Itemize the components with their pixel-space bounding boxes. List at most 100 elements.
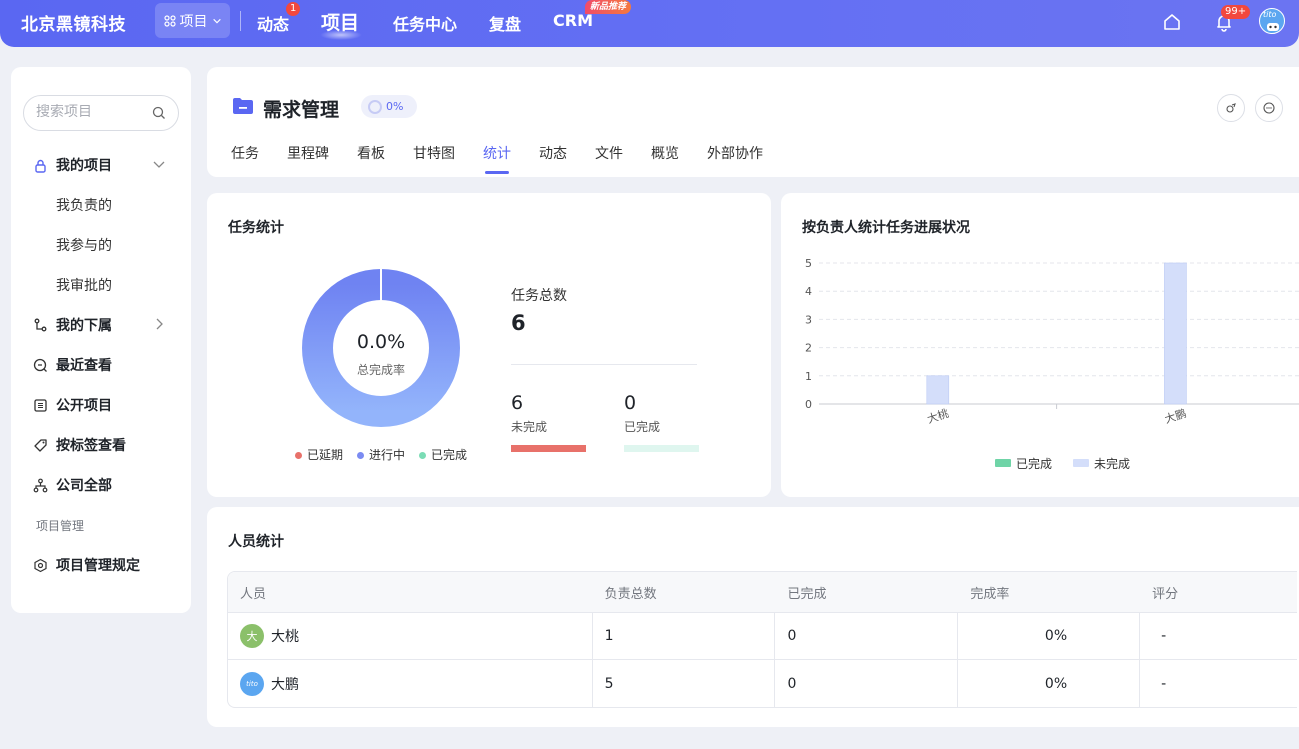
legend-swatch — [995, 459, 1011, 467]
done-cell: 0 — [775, 660, 959, 707]
nav-review[interactable]: 复盘 — [489, 11, 521, 35]
score-cell: - — [1161, 675, 1167, 692]
tab-files[interactable]: 文件 — [595, 143, 623, 163]
legend-swatch — [1073, 459, 1089, 467]
legend-in-progress: 进行中 — [357, 446, 405, 463]
chevron-right-icon[interactable] — [153, 318, 165, 330]
y-tick-label: 1 — [805, 370, 812, 383]
y-tick-label: 3 — [805, 313, 812, 326]
legend-label: 已完成 — [431, 448, 468, 462]
tab-statistics[interactable]: 统计 — [483, 143, 511, 174]
sidebar-item-label: 按标签查看 — [56, 438, 126, 454]
tag-icon — [34, 438, 47, 452]
sidebar-item-label: 最近查看 — [56, 358, 112, 374]
rate-cell: 0% — [958, 660, 1141, 707]
legend-label: 进行中 — [369, 448, 406, 462]
col-done: 已完成 — [787, 586, 827, 602]
notification-badge: 99+ — [1221, 5, 1251, 19]
sidebar-sub-responsible[interactable]: 我负责的 — [56, 195, 112, 215]
unfinished-bar — [511, 445, 586, 452]
tab-tasks[interactable]: 任务 — [231, 143, 259, 163]
lock-icon — [35, 159, 46, 173]
org-branch-icon — [34, 318, 47, 331]
nav-divider — [240, 11, 241, 31]
comment-button[interactable] — [1255, 94, 1283, 122]
home-icon[interactable] — [1162, 12, 1182, 32]
search-input[interactable] — [36, 104, 146, 120]
search-box[interactable] — [23, 95, 179, 131]
completion-rate: 0.0% — [356, 331, 406, 353]
finished-count: 0 — [624, 392, 637, 414]
task-stats-title: 任务统计 — [228, 220, 284, 236]
people-stats-card: 人员统计 人员 负责总数 已完成 完成率 评分 大 大桃 1 0 0% - ti… — [207, 507, 1299, 727]
brand-name: 北京黑镜科技 — [21, 15, 126, 35]
share-button[interactable] — [1217, 94, 1245, 122]
total-tasks-label: 任务总数 — [511, 288, 567, 304]
sidebar-sub-approving[interactable]: 我审批的 — [56, 275, 112, 295]
sidebar-item-company-all[interactable]: 公司全部 — [33, 475, 112, 495]
completion-rate-label: 总完成率 — [356, 363, 405, 377]
sidebar-item-public[interactable]: 公开项目 — [33, 395, 112, 415]
folder-icon — [233, 98, 253, 114]
avatar: tito — [240, 671, 264, 696]
person-name: 大桃 — [271, 629, 299, 645]
tab-milestones[interactable]: 里程碑 — [287, 143, 329, 163]
sidebar-item-recent[interactable]: 最近查看 — [33, 355, 112, 375]
finished-label: 已完成 — [624, 420, 661, 434]
assignee-progress-card: 按负责人统计任务进展状况 0 1 2 3 4 5 大桃 大鹏 已完成 未完成 — [781, 193, 1299, 497]
progress-value: 0% — [386, 100, 404, 113]
progress-ring-icon — [368, 99, 382, 114]
hexagon-settings-icon — [34, 558, 47, 572]
col-rate: 完成率 — [970, 586, 1010, 602]
project-progress-badge: 0% — [361, 95, 417, 118]
done-cell: 0 — [775, 613, 959, 659]
recent-search-icon — [33, 358, 47, 372]
new-product-promo-tag: 新品推荐 — [585, 0, 632, 14]
project-switch-button[interactable]: 项目 — [155, 3, 230, 38]
sidebar-item-label: 我的项目 — [56, 158, 112, 174]
sidebar-item-label: 公司全部 — [56, 478, 112, 494]
sidebar-item-rules[interactable]: 项目管理规定 — [33, 555, 140, 575]
nav-dynamics[interactable]: 动态 — [257, 11, 289, 35]
user-avatar[interactable]: tito — [1259, 8, 1285, 34]
donut-start-gap — [380, 268, 382, 301]
tab-kanban[interactable]: 看板 — [357, 143, 385, 163]
sidebar-section-caption: 项目管理 — [36, 519, 85, 533]
bar-unfinished — [1164, 262, 1187, 405]
table-header: 人员 负责总数 已完成 完成率 评分 — [228, 572, 1297, 613]
sidebar: 我的项目 我负责的 我参与的 我审批的 我的下属 最近查看 公开项目 按标签查看… — [11, 67, 191, 613]
legend-dot — [419, 452, 426, 459]
assignee-bar-chart: 0 1 2 3 4 5 大桃 大鹏已完成 未完成 — [805, 257, 1299, 471]
active-nav-indicator — [320, 30, 362, 40]
project-switch-label: 项目 — [179, 13, 208, 30]
legend-label: 未完成 — [1094, 456, 1130, 471]
dynamics-badge: 1 — [286, 2, 301, 16]
tab-gantt[interactable]: 甘特图 — [413, 143, 455, 163]
y-tick-label: 2 — [805, 342, 812, 355]
nav-task-center[interactable]: 任务中心 — [393, 11, 457, 35]
finished-bar — [624, 445, 699, 452]
sidebar-item-my-projects[interactable]: 我的项目 — [33, 155, 112, 175]
person-cell: tito 大鹏 — [228, 660, 593, 707]
sidebar-item-subordinates[interactable]: 我的下属 — [33, 315, 112, 335]
unfinished-count: 6 — [511, 392, 524, 414]
legend-label: 已完成 — [1016, 456, 1052, 471]
person-cell: 大 大桃 — [228, 613, 593, 659]
project-header: 需求管理 0% 任务 里程碑 看板 甘特图 统计 动态 文件 概览 外部协作 — [207, 67, 1299, 177]
tab-activity[interactable]: 动态 — [539, 143, 567, 163]
tab-overview[interactable]: 概览 — [651, 143, 679, 163]
sidebar-sub-participating[interactable]: 我参与的 — [56, 235, 112, 255]
apps-icon — [163, 14, 176, 27]
total-cell: 5 — [593, 660, 776, 707]
stats-divider — [511, 364, 697, 365]
x-tick-label: 大桃 — [925, 406, 950, 426]
people-table: 人员 负责总数 已完成 完成率 评分 大 大桃 1 0 0% - tito 大鹏… — [227, 571, 1297, 708]
tab-external[interactable]: 外部协作 — [707, 143, 763, 163]
sidebar-item-by-tag[interactable]: 按标签查看 — [33, 435, 126, 455]
chevron-down-icon[interactable] — [153, 158, 165, 170]
unfinished-label: 未完成 — [511, 420, 548, 434]
search-icon[interactable] — [152, 106, 166, 120]
legend-label: 已延期 — [307, 448, 344, 462]
page-title: 需求管理 — [263, 99, 340, 121]
table-row: tito 大鹏 5 0 0% - — [228, 660, 1297, 707]
